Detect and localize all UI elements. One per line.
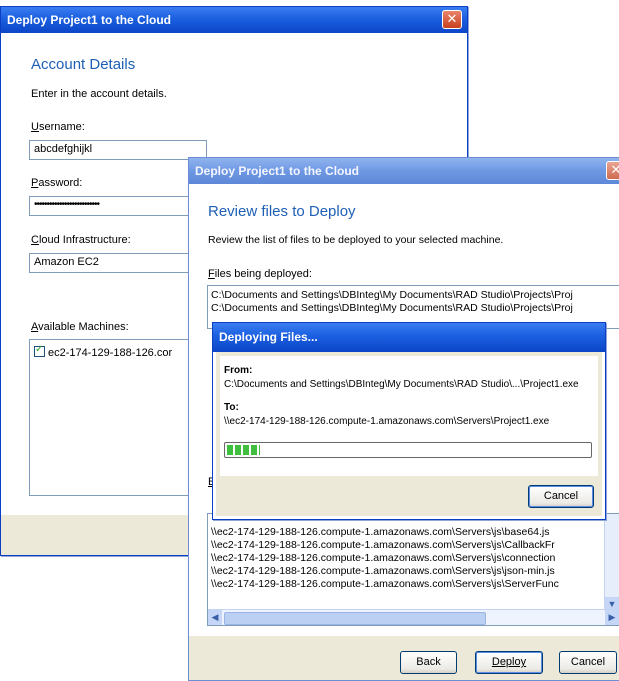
username-label-text: sername: <box>38 121 85 133</box>
machine-checkbox[interactable]: ✓ <box>34 344 45 357</box>
deploying-files-dialog: Deploying Files... From: C:\Documents an… <box>212 322 606 520</box>
files-label-text: iles being deployed: <box>214 268 312 280</box>
cancel-deploy-button[interactable]: Cancel <box>528 485 594 508</box>
list-item[interactable]: \\ec2-174-129-188-126.compute-1.amazonaw… <box>208 526 619 539</box>
back-button[interactable]: Back <box>400 651 457 674</box>
review-files-description: Review the list of files to be deployed … <box>208 234 504 246</box>
list-item[interactable]: \\ec2-174-129-188-126.compute-1.amazonaw… <box>208 552 619 565</box>
scroll-left-arrow-icon[interactable]: ◀ <box>208 610 222 625</box>
cloud-infrastructure-select[interactable]: Amazon EC2 <box>29 253 207 273</box>
list-item[interactable]: C:\Documents and Settings\DBInteg\My Doc… <box>208 289 619 302</box>
list-item[interactable]: \\ec2-174-129-188-126.compute-1.amazonaw… <box>208 565 619 578</box>
horizontal-scrollbar[interactable]: ◀ ▶ <box>208 609 619 625</box>
files-being-deployed-label: Files being deployed: <box>208 268 312 280</box>
deploy-progress-bar <box>224 442 592 458</box>
files-label-accelerator: F <box>208 268 215 280</box>
cloud-infrastructure-label: Cloud Infrastructure: <box>31 234 131 246</box>
username-input[interactable]: abcdefghijkl <box>29 140 207 160</box>
available-machines-label: Available Machines: <box>31 321 129 333</box>
account-dialog-title: Deploy Project1 to the Cloud <box>7 13 172 27</box>
cloud-label-text: loud Infrastructure: <box>38 234 131 246</box>
username-label: Username: <box>31 121 85 133</box>
progress-dialog-title: Deploying Files... <box>219 330 318 344</box>
account-dialog-titlebar[interactable]: Deploy Project1 to the Cloud <box>1 7 467 33</box>
machine-list-item[interactable]: ✓ ec2-174-129-188-126.cor <box>34 344 173 359</box>
scroll-thumb[interactable] <box>224 612 486 625</box>
from-label: From: <box>224 365 253 376</box>
progress-fill <box>227 445 260 455</box>
scroll-right-arrow-icon[interactable]: ▶ <box>605 610 619 625</box>
deploy-button[interactable]: Deploy <box>475 651 543 674</box>
account-details-heading: Account Details <box>31 56 136 73</box>
password-input[interactable]: •••••••••••••••••••••••••• <box>29 196 207 216</box>
password-label: Password: <box>31 177 82 189</box>
available-machines-list[interactable]: ✓ ec2-174-129-188-126.cor <box>29 339 207 496</box>
close-icon[interactable]: ✕ <box>442 10 462 29</box>
review-dialog-title: Deploy Project1 to the Cloud <box>195 164 360 178</box>
cancel-button[interactable]: Cancel <box>559 651 617 674</box>
destination-files-list[interactable]: \\ec2-174-129-188-126.compute-1.amazonaw… <box>207 513 619 626</box>
cloud-label-accelerator: C <box>31 234 39 246</box>
password-label-text: assword: <box>38 177 83 189</box>
progress-dialog-titlebar[interactable]: Deploying Files... <box>213 323 605 352</box>
list-item[interactable]: \\ec2-174-129-188-126.compute-1.amazonaw… <box>208 578 619 591</box>
review-files-heading: Review files to Deploy <box>208 203 356 220</box>
to-path: \\ec2-174-129-188-126.compute-1.amazonaw… <box>224 416 550 427</box>
close-icon[interactable]: ✕ <box>606 161 619 180</box>
list-item[interactable]: C:\Documents and Settings\DBInteg\My Doc… <box>208 302 619 315</box>
list-item[interactable]: \\ec2-174-129-188-126.compute-1.amazonaw… <box>208 539 619 552</box>
account-details-description: Enter in the account details. <box>31 88 167 100</box>
vertical-scrollbar[interactable]: ▼ <box>604 514 619 611</box>
review-dialog-titlebar[interactable]: Deploy Project1 to the Cloud <box>189 158 619 184</box>
machine-name: ec2-174-129-188-126.cor <box>48 347 173 359</box>
username-label-accelerator: U <box>31 121 39 133</box>
to-label: To: <box>224 402 239 413</box>
checkmark-icon: ✓ <box>35 344 44 355</box>
from-path: C:\Documents and Settings\DBInteg\My Doc… <box>224 379 579 390</box>
machines-label-text: vailable Machines: <box>38 321 129 333</box>
